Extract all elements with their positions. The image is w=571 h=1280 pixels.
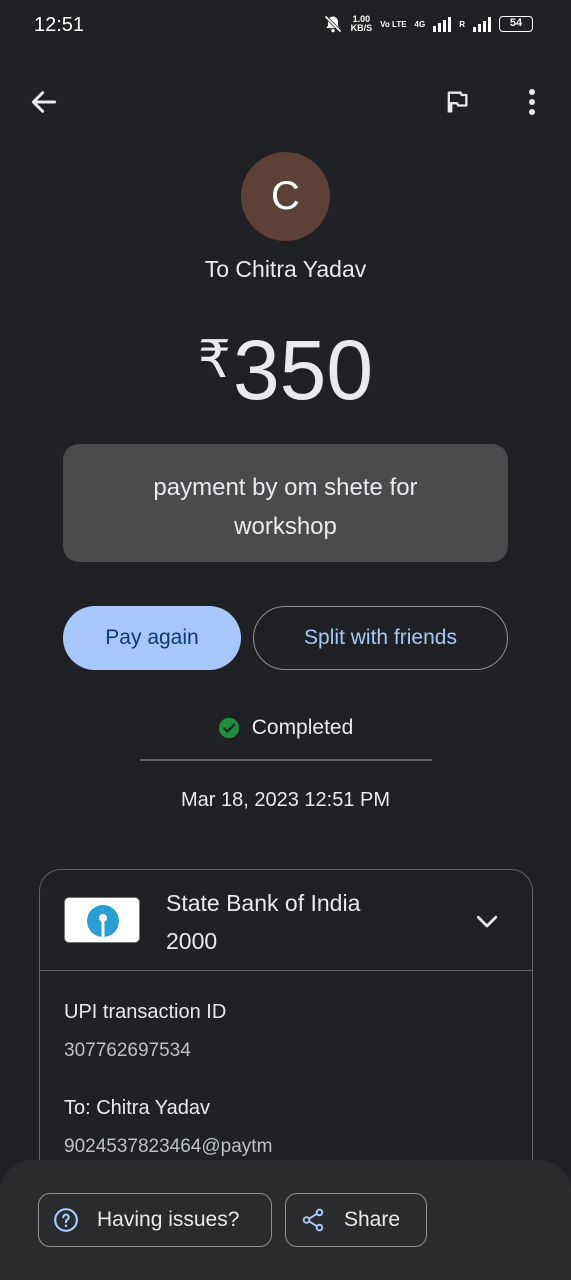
transaction-date: Mar 18, 2023 12:51 PM	[180, 789, 390, 811]
more-vert-icon[interactable]	[520, 86, 544, 118]
transaction-status: Completed	[0, 716, 571, 740]
upi-id-label: UPI transaction ID	[64, 1001, 227, 1023]
status-time: 12:51	[34, 14, 85, 36]
recipient-title: To Chitra Yadav	[204, 256, 367, 282]
mute-bell-icon	[323, 15, 342, 33]
sbi-logo-icon	[64, 897, 140, 943]
split-with-friends-button[interactable]: Split with friends	[253, 606, 508, 670]
bank-name: State Bank of India 2000	[166, 890, 361, 954]
status-text: Completed	[251, 716, 354, 739]
bank-account-row[interactable]: State Bank of India 2000	[40, 870, 532, 971]
divider	[140, 759, 432, 761]
currency-symbol: ₹	[197, 331, 231, 389]
net-speed: 1.00 KB/S	[350, 14, 373, 33]
network-type: 4G	[414, 19, 426, 29]
status-bar: 12:51 1.00 KB/S Vo LTE 4G R 54	[0, 0, 571, 52]
having-issues-button[interactable]: Having issues?	[38, 1193, 272, 1247]
roaming-indicator: R	[459, 19, 465, 29]
back-arrow-icon[interactable]	[28, 86, 60, 118]
payment-note: payment by om shete for workshop	[63, 444, 508, 562]
signal-2-icon	[473, 16, 491, 32]
to-label: To: Chitra Yadav	[64, 1097, 211, 1119]
amount-display: ₹350	[0, 322, 571, 418]
check-circle-icon	[218, 717, 239, 739]
share-icon	[302, 1208, 324, 1232]
battery-icon: 54	[499, 16, 533, 32]
bottom-action-sheet: Having issues? Share	[0, 1160, 571, 1280]
transaction-details-card: State Bank of India 2000 UPI transaction…	[39, 869, 533, 1189]
upi-id-value: 307762697534	[64, 1040, 191, 1061]
flag-icon[interactable]	[443, 88, 471, 116]
share-label: Share	[344, 1208, 401, 1231]
recipient-avatar: C	[241, 152, 330, 241]
status-icons: 1.00 KB/S Vo LTE 4G R 54	[323, 14, 533, 34]
having-issues-label: Having issues?	[97, 1208, 240, 1231]
transaction-screen: 12:51 1.00 KB/S Vo LTE 4G R 54 C To Chit…	[0, 0, 571, 1280]
signal-icon	[433, 16, 452, 32]
volte-indicator: Vo LTE	[380, 19, 407, 29]
pay-again-button[interactable]: Pay again	[63, 606, 241, 670]
help-circle-icon	[54, 1208, 78, 1232]
share-button[interactable]: Share	[285, 1193, 427, 1247]
chevron-down-icon[interactable]	[472, 906, 502, 936]
to-upi-value: 9024537823464@paytm	[64, 1136, 273, 1157]
amount-value: 350	[232, 323, 374, 417]
